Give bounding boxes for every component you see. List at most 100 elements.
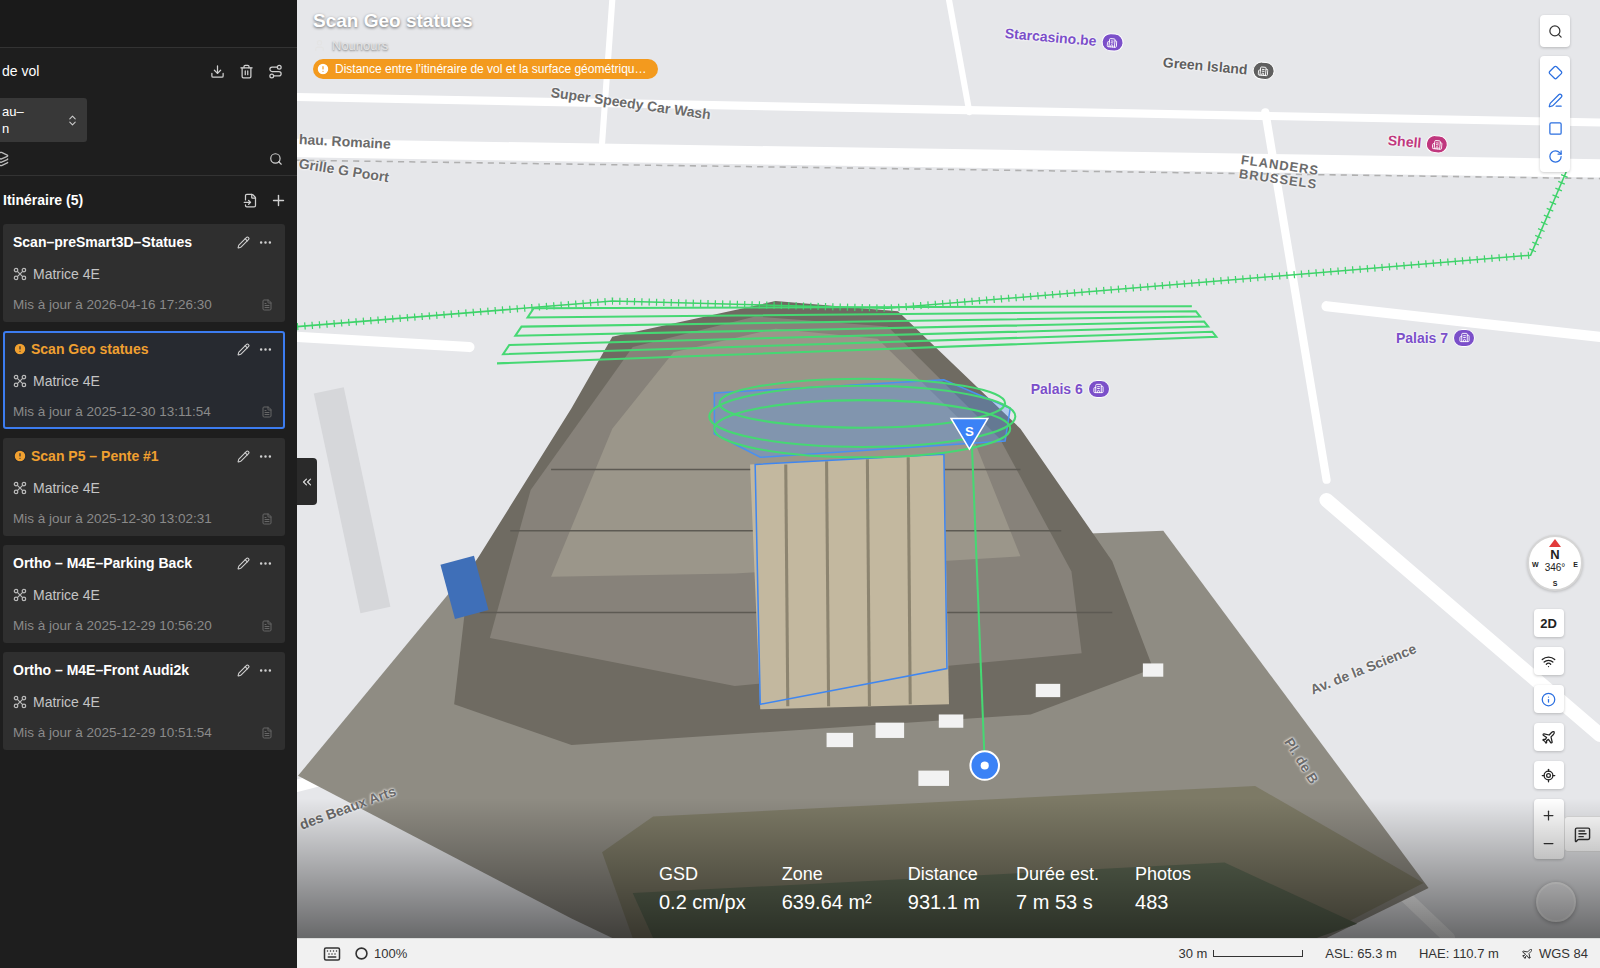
project-dropdown[interactable]: au–n xyxy=(0,98,87,142)
map-column: SSuper Speedy Car Washhau. RomaineGrille… xyxy=(297,0,1600,968)
north-arrow-icon xyxy=(1549,539,1561,547)
search-tool xyxy=(1540,15,1570,47)
wifi-icon xyxy=(1541,654,1556,669)
map-label[interactable]: Grille G Poort xyxy=(298,155,390,185)
progress-ring-icon xyxy=(355,947,368,960)
warning-icon xyxy=(13,342,27,356)
poi-pin[interactable] xyxy=(1453,329,1475,347)
warning-icon xyxy=(316,62,330,76)
top-strip xyxy=(0,0,297,48)
trash-icon xyxy=(239,64,254,79)
import-button[interactable] xyxy=(243,193,258,208)
home-point-icon[interactable] xyxy=(970,751,999,780)
route-drone: Matrice 4E xyxy=(13,373,273,389)
file-button[interactable] xyxy=(261,299,273,311)
more-button[interactable] xyxy=(258,449,273,464)
route-list: Scan–preSmart3D–StatuesMatrice 4EMis à j… xyxy=(0,224,297,750)
edit-button[interactable] xyxy=(237,557,250,570)
dropdown-row: au–n xyxy=(0,94,297,142)
line-tool[interactable] xyxy=(1540,86,1570,114)
download-button[interactable] xyxy=(210,64,225,79)
building-icon xyxy=(1459,332,1470,343)
more-button[interactable] xyxy=(258,663,273,678)
circle-arrow-icon xyxy=(1548,149,1563,164)
locate-button[interactable] xyxy=(1534,761,1564,789)
route-card[interactable]: Ortho – M4E–Front Audi2kMatrice 4EMis à … xyxy=(3,652,285,750)
diamond-icon xyxy=(1548,65,1563,80)
more-icon xyxy=(258,663,273,678)
stat: Photos483 xyxy=(1135,864,1191,914)
file-button[interactable] xyxy=(261,727,273,739)
map-label[interactable]: Starcasino.be xyxy=(1004,25,1124,53)
point-tool[interactable] xyxy=(1540,58,1570,86)
map-label[interactable]: Palais 6 xyxy=(1031,380,1110,398)
signal-button[interactable] xyxy=(1534,647,1564,675)
route-card[interactable]: Scan–preSmart3D–StatuesMatrice 4EMis à j… xyxy=(3,224,285,322)
edit-button[interactable] xyxy=(237,236,250,249)
plane-icon xyxy=(1521,948,1533,960)
collapse-button[interactable] xyxy=(297,458,317,505)
filter-button[interactable] xyxy=(0,151,9,167)
map-search-button[interactable] xyxy=(1540,17,1570,45)
poi-pin[interactable] xyxy=(1252,61,1275,81)
sidebar-title: de vol xyxy=(2,63,196,79)
route-card[interactable]: Scan P5 – Pente #1Matrice 4EMis à jour à… xyxy=(3,438,285,536)
route-name: Ortho – M4E–Parking Back xyxy=(13,555,229,571)
more-button[interactable] xyxy=(258,556,273,571)
map-label[interactable]: Shell xyxy=(1387,131,1449,154)
keyboard-button[interactable] xyxy=(323,945,341,963)
route-icon xyxy=(268,64,283,79)
poi-pin[interactable] xyxy=(1101,33,1124,53)
plus-icon xyxy=(270,192,287,209)
layers-icon xyxy=(0,151,9,167)
info-button[interactable] xyxy=(1534,685,1564,713)
stats-overlay: GSD0.2 cm/pxZone639.64 m²Distance931.1 m… xyxy=(297,798,1600,938)
compass[interactable]: N346°ESW xyxy=(1527,535,1583,591)
route-card[interactable]: Scan Geo statuesMatrice 4EMis à jour à 2… xyxy=(3,331,285,429)
status-bar: 100%30 mASL: 65.3 mHAE: 110.7 mWGS 84 xyxy=(297,938,1600,968)
route-updated: Mis à jour à 2025-12-30 13:02:31 xyxy=(13,511,273,526)
map-label[interactable]: Av. de la Science xyxy=(1308,640,1419,697)
warning-banner[interactable]: Distance entre l’itinéraire de vol et la… xyxy=(313,59,658,79)
map-label[interactable]: Palais 7 xyxy=(1396,329,1475,347)
building-icon xyxy=(1431,138,1443,150)
stat: Durée est.7 m 53 s xyxy=(1016,864,1099,914)
more-icon xyxy=(258,235,273,250)
scale: 30 m xyxy=(1178,946,1303,961)
poi-pin[interactable] xyxy=(1425,134,1448,154)
area-tool[interactable] xyxy=(1540,114,1570,142)
file-icon xyxy=(261,406,273,418)
more-button[interactable] xyxy=(258,235,273,250)
add-button[interactable] xyxy=(270,192,287,209)
pencil-icon xyxy=(237,236,250,249)
map-view[interactable]: SSuper Speedy Car Washhau. RomaineGrille… xyxy=(297,0,1600,938)
search-button[interactable] xyxy=(269,152,283,166)
plane-icon xyxy=(1541,730,1556,745)
route-card[interactable]: Ortho – M4E–Parking BackMatrice 4EMis à … xyxy=(3,545,285,643)
map-label[interactable]: Green Island xyxy=(1162,53,1275,81)
file-button[interactable] xyxy=(261,406,273,418)
chevrons-icon xyxy=(66,114,79,127)
edit-button[interactable] xyxy=(237,450,250,463)
circle-tool[interactable] xyxy=(1540,142,1570,170)
tool-row xyxy=(0,142,297,176)
more-button[interactable] xyxy=(258,342,273,357)
delete-button[interactable] xyxy=(239,64,254,79)
edit-button[interactable] xyxy=(237,664,250,677)
edit-button[interactable] xyxy=(237,343,250,356)
map-label[interactable]: Super Speedy Car Wash xyxy=(550,84,712,122)
datum[interactable]: WGS 84 xyxy=(1521,946,1588,961)
poi-pin[interactable] xyxy=(1088,380,1110,398)
info-icon xyxy=(1541,692,1556,707)
start-marker[interactable]: S xyxy=(951,418,988,449)
file-button[interactable] xyxy=(261,620,273,632)
asl: ASL: 65.3 m xyxy=(1325,946,1397,961)
more-icon xyxy=(258,342,273,357)
view-toggle-button[interactable]: 2D xyxy=(1534,609,1564,637)
drone-icon xyxy=(13,374,27,388)
app: de volau–nItinéraire (5)Scan–preSmart3D–… xyxy=(0,0,1600,968)
route-button[interactable] xyxy=(268,64,283,79)
file-button[interactable] xyxy=(261,513,273,525)
stat: Distance931.1 m xyxy=(908,864,980,914)
flight-button[interactable] xyxy=(1534,723,1564,751)
